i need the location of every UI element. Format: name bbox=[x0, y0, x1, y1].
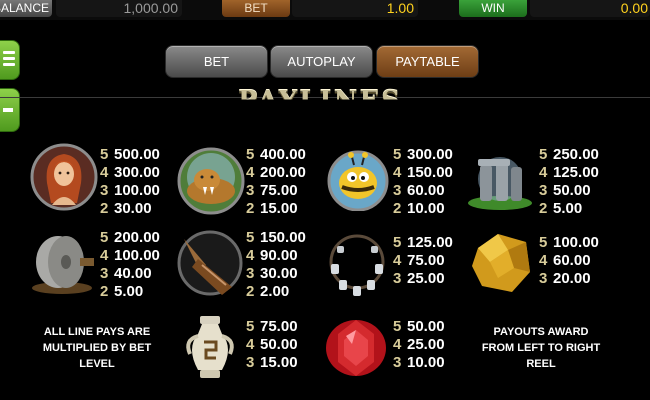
pays-ruby: 5 50.00 4 25.00 3 10.00 bbox=[393, 318, 445, 371]
payout-direction-note: PAYOUTS AWARD FROM LEFT TO RIGHT REEL bbox=[481, 326, 601, 370]
pays-stone-wheel: 5 200.00 4 100.00 3 40.00 2 5.00 bbox=[100, 229, 160, 300]
pays-cavewoman: 5 500.00 4 300.00 3 100.00 2 30.00 bbox=[100, 146, 160, 217]
hamburger-icon bbox=[3, 51, 15, 69]
club-symbol bbox=[177, 230, 243, 296]
tab-bet[interactable]: BET bbox=[165, 45, 268, 78]
pays-gold-nugget: 5 100.00 4 60.00 3 20.00 bbox=[539, 234, 599, 287]
bone-necklace-symbol bbox=[329, 234, 385, 296]
pays-stone-monument: 5 250.00 4 125.00 3 50.00 2 5.00 bbox=[539, 146, 599, 217]
amphora-symbol bbox=[186, 316, 234, 378]
win-label: WIN bbox=[459, 0, 527, 17]
balance-value: 1,000.00 bbox=[56, 0, 182, 17]
tab-paytable[interactable]: PAYTABLE bbox=[376, 45, 479, 78]
bet-value: 1.00 bbox=[292, 0, 418, 17]
pays-sabertooth-cat: 5 400.00 4 200.00 3 75.00 2 15.00 bbox=[246, 146, 306, 217]
paytable-title: PAYLINES bbox=[238, 86, 402, 116]
minus-icon bbox=[3, 108, 13, 112]
cavewoman-symbol bbox=[30, 143, 98, 211]
pays-amphora: 5 75.00 4 50.00 3 15.00 bbox=[246, 318, 298, 371]
menu-button[interactable] bbox=[0, 40, 20, 80]
minus-button[interactable] bbox=[0, 88, 20, 132]
bet-label: BET bbox=[222, 0, 290, 17]
pays-bone-necklace: 5 125.00 4 75.00 3 25.00 bbox=[393, 234, 453, 287]
stone-wheel-symbol bbox=[32, 236, 94, 294]
ruby-symbol bbox=[326, 320, 386, 376]
sabertooth-cat-symbol bbox=[177, 147, 245, 215]
status-bar: BALANCE 1,000.00 BET 1.00 WIN 0.00 bbox=[0, 0, 650, 20]
tab-autoplay[interactable]: AUTOPLAY bbox=[270, 45, 373, 78]
win-value: 0.00 bbox=[530, 0, 650, 17]
bet-level-note: ALL LINE PAYS ARE MULTIPLIED BY BET LEVE… bbox=[42, 326, 152, 370]
gold-nugget-symbol bbox=[472, 234, 530, 292]
bee-symbol bbox=[327, 150, 389, 211]
stone-monument-symbol bbox=[468, 157, 532, 210]
balance-label: BALANCE bbox=[0, 0, 52, 17]
pays-club: 5 150.00 4 90.00 3 30.00 2 2.00 bbox=[246, 229, 306, 300]
pays-bee: 5 300.00 4 150.00 3 60.00 2 10.00 bbox=[393, 146, 453, 217]
